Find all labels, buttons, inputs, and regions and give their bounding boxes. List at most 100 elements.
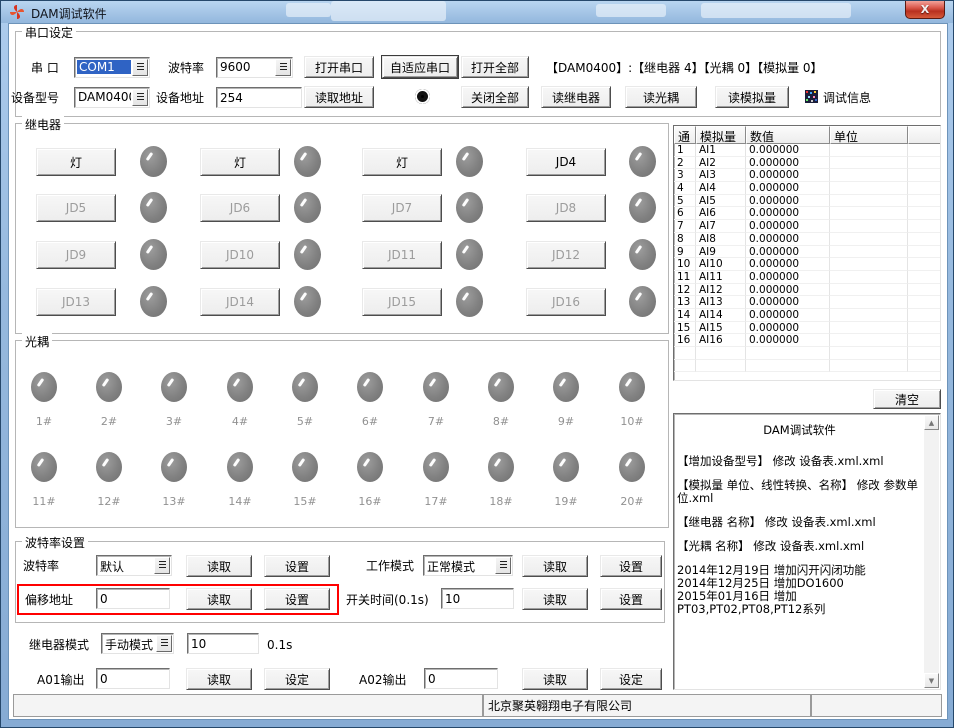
col-header-value[interactable]: 数值 xyxy=(746,126,830,144)
device-status-text: 【DAM0400】:【继电器 4】【光耦 0】【模拟量 0】 xyxy=(546,61,823,75)
analog-cell-empty xyxy=(908,220,940,233)
analog-cell-empty xyxy=(908,169,940,182)
analog-cell-ch: 12 xyxy=(674,284,696,297)
clear-button[interactable]: 清空 xyxy=(873,389,941,409)
combo-dropdown-icon[interactable] xyxy=(154,557,170,574)
relay-button-5: JD5 xyxy=(36,194,116,222)
relay-button-2[interactable]: 灯 xyxy=(200,148,280,176)
relay-button-4[interactable]: JD4 xyxy=(526,148,606,176)
analog-cell-empty xyxy=(908,309,940,322)
open-port-button[interactable]: 打开串口 xyxy=(304,56,374,78)
a02-set-button[interactable]: 设定 xyxy=(600,668,662,690)
read-addr-button[interactable]: 读取地址 xyxy=(304,86,374,108)
offset-set-button[interactable]: 设置 xyxy=(264,588,330,610)
close-button[interactable]: X xyxy=(905,1,945,19)
offset-addr-input[interactable] xyxy=(96,588,170,609)
relay-mode-time-input[interactable] xyxy=(187,633,259,654)
work-mode-combobox[interactable]: 正常模式 xyxy=(423,555,513,576)
open-all-button[interactable]: 打开全部 xyxy=(461,56,529,78)
col-header-unit[interactable]: 单位 xyxy=(830,126,908,144)
analog-cell-unit xyxy=(830,220,908,233)
info-panel-content: DAM调试软件 【增加设备型号】 修改 设备表.xml.xml【模拟量 单位、线… xyxy=(677,416,922,687)
background-window-blob xyxy=(331,1,446,21)
analog-cell-empty xyxy=(674,360,696,373)
work-mode-set-button[interactable]: 设置 xyxy=(600,555,662,577)
analog-cell-ch: 7 xyxy=(674,220,696,233)
relay-indicator-7 xyxy=(456,192,483,223)
analog-table-row[interactable]: 6AI60.000000 xyxy=(674,207,940,220)
combo-dropdown-icon[interactable] xyxy=(156,635,172,652)
auto-adapt-port-button[interactable]: 自适应串口 xyxy=(382,56,458,78)
analog-table-row[interactable]: 5AI50.000000 xyxy=(674,195,940,208)
read-analog-button[interactable]: 读模拟量 xyxy=(715,86,789,108)
opto-label-2: 2# xyxy=(101,415,117,428)
scroll-up-icon[interactable]: ▲ xyxy=(924,415,939,430)
opto-label-19: 19# xyxy=(554,495,577,508)
read-relay-button[interactable]: 读继电器 xyxy=(541,86,611,108)
opto-indicator-10 xyxy=(619,372,645,402)
relay-mode-combobox[interactable]: 手动模式 xyxy=(101,633,174,654)
a02-output-input[interactable] xyxy=(424,668,498,689)
analog-table-row[interactable]: 13AI130.000000 xyxy=(674,296,940,309)
combo-dropdown-icon[interactable] xyxy=(132,89,148,106)
close-all-button[interactable]: 关闭全部 xyxy=(461,86,529,108)
col-header-channel[interactable]: 通 xyxy=(674,126,696,144)
analog-cell-value: 0.000000 xyxy=(746,322,830,335)
analog-cell-ch: 10 xyxy=(674,258,696,271)
baud-read-button[interactable]: 读取 xyxy=(186,555,252,577)
switch-time-set-button[interactable]: 设置 xyxy=(600,588,662,610)
combo-dropdown-icon[interactable] xyxy=(275,59,291,76)
combo-dropdown-icon[interactable] xyxy=(495,557,511,574)
read-opto-button[interactable]: 读光耦 xyxy=(625,86,697,108)
a01-output-input[interactable] xyxy=(96,668,170,689)
analog-cell-empty xyxy=(696,347,746,360)
analog-table-row[interactable]: 2AI20.000000 xyxy=(674,157,940,170)
relay-button-3[interactable]: 灯 xyxy=(362,148,442,176)
baud-combobox[interactable]: 9600 xyxy=(216,57,293,78)
analog-cell-empty xyxy=(908,296,940,309)
a02-read-button[interactable]: 读取 xyxy=(522,668,588,690)
analog-table-row[interactable]: 7AI70.000000 xyxy=(674,220,940,233)
analog-table-row[interactable]: 15AI150.000000 xyxy=(674,322,940,335)
baud-set-button[interactable]: 设置 xyxy=(264,555,330,577)
analog-table-row[interactable]: 10AI100.000000 xyxy=(674,258,940,271)
analog-cell-empty xyxy=(674,347,696,360)
switch-time-input[interactable] xyxy=(441,588,514,609)
analog-table-row[interactable]: 4AI40.000000 xyxy=(674,182,940,195)
info-scrollbar[interactable]: ▲ ▼ xyxy=(924,415,939,688)
a01-read-button[interactable]: 读取 xyxy=(186,668,252,690)
title-bar[interactable]: DAM调试软件 X xyxy=(1,1,953,23)
analog-table-row[interactable]: 11AI110.000000 xyxy=(674,271,940,284)
app-window: DAM调试软件 X 串口设定 串 口 COM1 波特率 9600 打开串口 自适… xyxy=(0,0,954,728)
analog-table-row[interactable]: 12AI120.000000 xyxy=(674,284,940,297)
device-addr-input[interactable] xyxy=(216,87,302,108)
opto-indicator-5 xyxy=(292,372,318,402)
relay-indicator-16 xyxy=(629,286,656,317)
analog-cell-unit xyxy=(830,182,908,195)
analog-cell-name: AI10 xyxy=(696,258,746,271)
switch-time-read-button[interactable]: 读取 xyxy=(522,588,588,610)
offset-read-button[interactable]: 读取 xyxy=(186,588,252,610)
analog-table-row[interactable]: 1AI10.000000 xyxy=(674,144,940,157)
analog-cell-empty xyxy=(908,271,940,284)
opto-label-13: 13# xyxy=(162,495,185,508)
combo-dropdown-icon[interactable] xyxy=(132,59,148,76)
opto-indicator-14 xyxy=(227,452,253,482)
a01-set-button[interactable]: 设定 xyxy=(264,668,330,690)
analog-cell-empty xyxy=(746,360,830,373)
col-header-analog[interactable]: 模拟量 xyxy=(696,126,746,144)
analog-table-row[interactable]: 14AI140.000000 xyxy=(674,309,940,322)
analog-cell-unit xyxy=(830,322,908,335)
serial-port-combobox[interactable]: COM1 xyxy=(74,57,150,78)
analog-table-row[interactable]: 8AI80.000000 xyxy=(674,233,940,246)
analog-table-row[interactable]: 16AI160.000000 xyxy=(674,334,940,347)
analog-table-row[interactable]: 3AI30.000000 xyxy=(674,169,940,182)
scroll-down-icon[interactable]: ▼ xyxy=(924,673,939,688)
analog-table-row[interactable]: 9AI90.000000 xyxy=(674,246,940,259)
work-mode-read-button[interactable]: 读取 xyxy=(522,555,588,577)
relay-button-1[interactable]: 灯 xyxy=(36,148,116,176)
baud-setting-combobox[interactable]: 默认 xyxy=(96,555,172,576)
device-model-combobox[interactable]: DAM0400 xyxy=(74,87,150,108)
analog-table[interactable]: 通 模拟量 数值 单位 1AI10.0000002AI20.0000003AI3… xyxy=(673,125,941,381)
analog-cell-unit xyxy=(830,271,908,284)
